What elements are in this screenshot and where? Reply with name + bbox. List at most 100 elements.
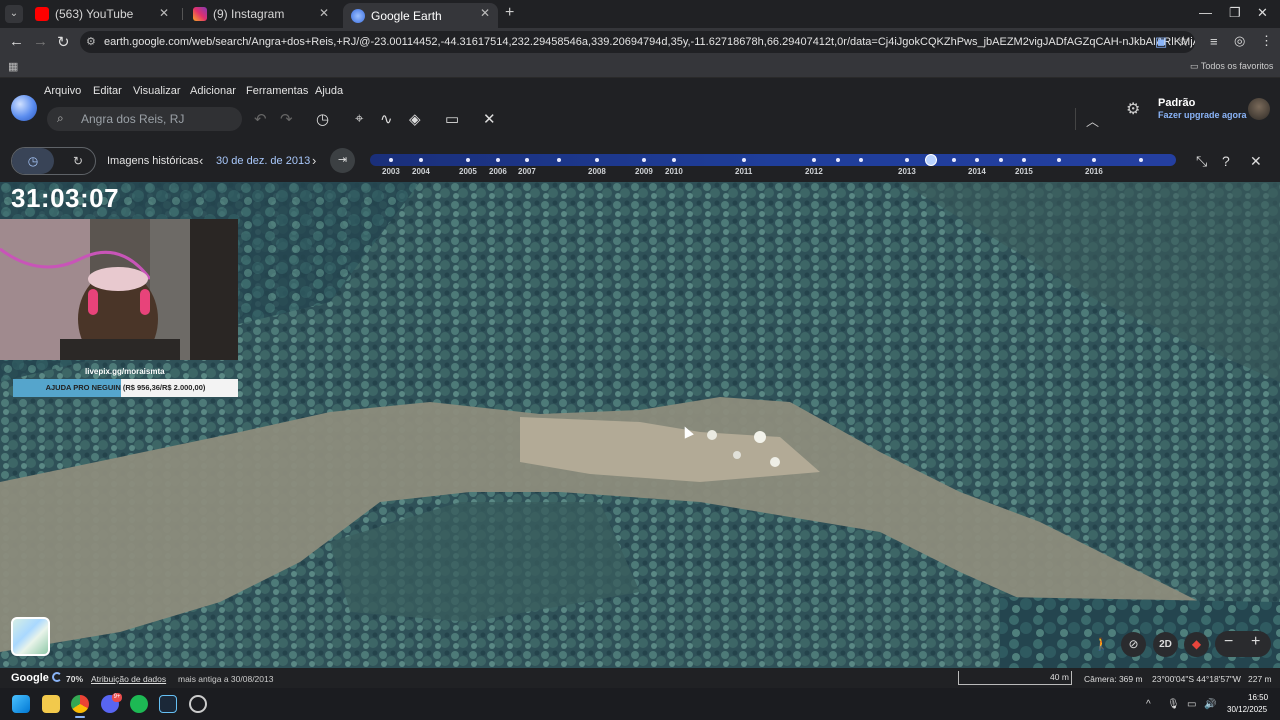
volume-icon[interactable]: 🔊: [1204, 699, 1216, 710]
timeline-date-dot[interactable]: [466, 158, 470, 162]
timeline-date-dot[interactable]: [496, 158, 500, 162]
zoom-out-button[interactable]: −: [1224, 633, 1233, 651]
undo-icon[interactable]: ↶: [254, 110, 267, 128]
network-icon[interactable]: ▭: [1187, 699, 1196, 710]
reset-tilt-icon[interactable]: ⊘: [1121, 632, 1146, 657]
menu-adicionar[interactable]: Adicionar: [190, 85, 236, 97]
minimize-button[interactable]: —: [1199, 5, 1212, 20]
timeline-date-dot[interactable]: [595, 158, 599, 162]
bookmark-star-icon[interactable]: ☆: [1177, 33, 1190, 50]
avatar[interactable]: [1248, 98, 1270, 120]
spotify-icon[interactable]: [130, 695, 148, 713]
timeline-date-dot[interactable]: [557, 158, 561, 162]
timeline-date-dot[interactable]: [975, 158, 979, 162]
timeline-date-dot[interactable]: [1057, 158, 1061, 162]
windows-start-icon[interactable]: [12, 695, 30, 713]
timeline-date-dot[interactable]: [859, 158, 863, 162]
timeline-date-dot[interactable]: [1022, 158, 1026, 162]
app-icon[interactable]: [189, 695, 207, 713]
menu-arquivo[interactable]: Arquivo: [44, 85, 81, 97]
placemark-icon[interactable]: ⌖: [355, 110, 363, 127]
measure-icon[interactable]: ▭: [445, 110, 459, 128]
zoom-in-button[interactable]: +: [1251, 633, 1260, 651]
reload-button[interactable]: ↻: [57, 33, 70, 51]
timeline-date-dot[interactable]: [905, 158, 909, 162]
settings-gear-icon[interactable]: ⚙: [1126, 99, 1140, 119]
steam-icon[interactable]: [159, 695, 177, 713]
file-explorer-icon[interactable]: [42, 695, 60, 713]
timeline-date-dot[interactable]: [642, 158, 646, 162]
historical-imagery-icon[interactable]: ◷: [316, 110, 329, 128]
layers-icon[interactable]: ◈: [409, 110, 421, 128]
timeline-date-dot[interactable]: [419, 158, 423, 162]
timeline-date-dot[interactable]: [525, 158, 529, 162]
clock-time[interactable]: 16:50: [1248, 693, 1268, 702]
forward-button[interactable]: →: [33, 33, 48, 50]
close-window-button[interactable]: ✕: [1257, 5, 1268, 21]
google-logo: Google: [11, 672, 49, 684]
street-view-pegman-icon[interactable]: 🚶: [1089, 632, 1114, 657]
timeline-handle[interactable]: [925, 154, 937, 166]
address-bar[interactable]: earth.google.com/web/search/Angra+dos+Re…: [80, 31, 1195, 53]
toggle-2d-button[interactable]: 2D: [1153, 632, 1178, 657]
close-tab-icon[interactable]: ✕: [480, 6, 490, 20]
history-off-icon[interactable]: ↻: [64, 148, 92, 174]
collapse-toolbar-icon[interactable]: ︿: [1086, 111, 1099, 130]
back-button[interactable]: ←: [9, 33, 24, 50]
timeline-date-dot[interactable]: [999, 158, 1003, 162]
latest-date-button[interactable]: ⇥: [330, 148, 355, 173]
timeline-date-dot[interactable]: [812, 158, 816, 162]
donation-goal-bar: AJUDA PRO NEGUIN (R$ 956,36/R$ 2.000,00): [13, 379, 238, 397]
previous-date-button[interactable]: ‹: [199, 153, 203, 168]
youtube-icon: [35, 7, 49, 21]
all-bookmarks-link[interactable]: ▭ Todos os favoritos: [1190, 61, 1273, 72]
projects-icon[interactable]: ✕: [483, 110, 496, 128]
tab-google-earth[interactable]: Google Earth ✕: [343, 3, 498, 28]
timeline-date-dot[interactable]: [389, 158, 393, 162]
history-mode-toggle[interactable]: ◷ ↻: [11, 147, 96, 175]
tray-expand-icon[interactable]: ^: [1146, 699, 1151, 710]
translate-icon[interactable]: ▣: [1155, 34, 1167, 50]
history-on-icon[interactable]: ◷: [12, 148, 54, 174]
menu-ferramentas[interactable]: Ferramentas: [246, 85, 308, 97]
close-tab-icon[interactable]: ✕: [319, 6, 329, 20]
compass-icon[interactable]: ◆: [1184, 632, 1209, 657]
timeline-track[interactable]: [370, 154, 1176, 166]
timeline-date-dot[interactable]: [952, 158, 956, 162]
menu-visualizar[interactable]: Visualizar: [133, 85, 181, 97]
profile-icon[interactable]: ◎: [1234, 33, 1245, 49]
livepix-link: livepix.gg/moraismta: [85, 367, 165, 376]
apps-grid-icon[interactable]: ▦: [8, 60, 18, 73]
tab-youtube[interactable]: (563) YouTube ✕: [27, 3, 177, 25]
draw-path-icon[interactable]: ∿: [380, 110, 393, 128]
new-tab-button[interactable]: +: [505, 4, 514, 22]
restore-button[interactable]: ❐: [1229, 5, 1241, 21]
close-history-icon[interactable]: ✕: [1250, 153, 1262, 170]
timeline-date-dot[interactable]: [742, 158, 746, 162]
tab-search-button[interactable]: ⌄: [5, 5, 23, 23]
map-style-thumbnail[interactable]: [11, 617, 50, 656]
close-tab-icon[interactable]: ✕: [159, 6, 169, 20]
timeline-date-dot[interactable]: [1092, 158, 1096, 162]
menu-ajuda[interactable]: Ajuda: [315, 85, 343, 97]
menu-editar[interactable]: Editar: [93, 85, 122, 97]
minimize-timeline-icon[interactable]: ⤡: [1196, 153, 1207, 170]
media-control-icon[interactable]: ≡: [1210, 34, 1218, 49]
microphone-icon[interactable]: 🎙: [1167, 699, 1180, 710]
google-earth-logo[interactable]: [11, 95, 37, 121]
timeline-date-dot[interactable]: [1139, 158, 1143, 162]
more-menu-icon[interactable]: ⋮: [1260, 33, 1273, 49]
earth-search-input[interactable]: Angra dos Reis, RJ: [47, 107, 242, 131]
donation-goal-text: AJUDA PRO NEGUIN (R$ 956,36/R$ 2.000,00): [45, 383, 206, 392]
timeline-date-dot[interactable]: [836, 158, 840, 162]
upgrade-link[interactable]: Fazer upgrade agora: [1158, 110, 1247, 120]
chrome-icon[interactable]: [71, 695, 89, 713]
site-info-icon[interactable]: ⚙: [86, 35, 96, 48]
tab-instagram[interactable]: (9) Instagram ✕: [185, 3, 337, 25]
help-icon[interactable]: ?: [1222, 153, 1230, 169]
clock-date[interactable]: 30/12/2025: [1227, 705, 1267, 714]
timeline-date-dot[interactable]: [672, 158, 676, 162]
redo-icon[interactable]: ↷: [280, 110, 293, 128]
data-attribution-link[interactable]: Atribuição de dados: [91, 674, 166, 684]
next-date-button[interactable]: ›: [312, 153, 316, 168]
